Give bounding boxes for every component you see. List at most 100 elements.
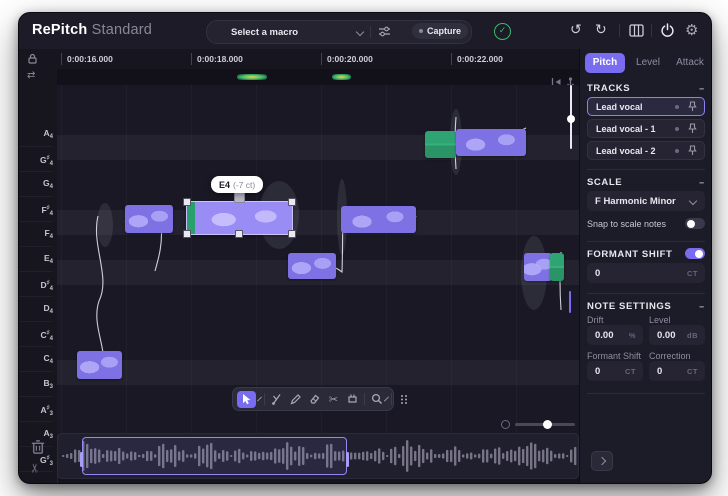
formant-toggle[interactable] xyxy=(685,248,705,259)
app-window: RePitch Standard Select a macro Capture … xyxy=(18,12,712,484)
note-block[interactable] xyxy=(341,206,416,233)
field-input[interactable]: 0CT xyxy=(587,361,643,381)
chevron-down-icon xyxy=(689,197,697,205)
timeline-tick: 0:00:18.000 xyxy=(191,49,321,69)
piano-roll-grid[interactable] xyxy=(57,85,579,435)
overview-viewport[interactable] xyxy=(82,437,347,475)
note-block[interactable] xyxy=(524,253,552,281)
field-unit: % xyxy=(629,331,636,340)
viewport-left-handle[interactable] xyxy=(80,452,83,467)
brand-light: Standard xyxy=(92,22,152,38)
scale-dropdown[interactable]: F Harmonic Minor xyxy=(587,191,705,211)
field-input[interactable]: 0.00dB xyxy=(649,325,705,345)
scissors-tool-button[interactable]: ✂ xyxy=(326,392,341,407)
zoom-slider[interactable] xyxy=(497,417,579,431)
power-button[interactable] xyxy=(660,23,675,38)
zoom-slider-knob[interactable] xyxy=(543,420,552,429)
macro-select[interactable]: Select a macro xyxy=(231,27,298,38)
track-item[interactable]: Lead vocal - 2 xyxy=(587,141,705,160)
redo-button[interactable]: ↻ xyxy=(595,21,607,39)
viewport-right-handle[interactable] xyxy=(346,452,349,467)
capture-button[interactable]: Capture xyxy=(412,23,468,39)
pitch-label: A4 xyxy=(19,121,53,147)
status-check-icon: ✓ xyxy=(494,23,511,40)
chevron-down-icon[interactable] xyxy=(356,28,364,36)
note-block[interactable] xyxy=(550,253,564,281)
scrollbar-knob[interactable] xyxy=(567,115,575,123)
undo-button[interactable]: ↺ xyxy=(570,21,582,39)
tool-palette: ✂ xyxy=(232,387,394,411)
waveform-overview[interactable] xyxy=(57,433,579,479)
pitch-tool-button[interactable] xyxy=(269,392,284,407)
palette-drag-handle[interactable] xyxy=(396,392,411,407)
note-block[interactable] xyxy=(125,205,173,233)
panel-layout-button[interactable] xyxy=(629,24,644,37)
divider xyxy=(587,393,705,394)
zoom-tool-chevron-icon[interactable] xyxy=(384,397,389,402)
pitch-label: B3 xyxy=(19,371,53,397)
note-pitch-handle[interactable] xyxy=(234,192,245,203)
note-settings-header: NOTE SETTINGS – xyxy=(587,301,705,312)
toggle-knob xyxy=(687,220,695,228)
field-input[interactable]: 0.00% xyxy=(587,325,643,345)
select-tool-button[interactable] xyxy=(237,391,256,408)
track-dot-icon[interactable] xyxy=(675,105,679,109)
scale-value: F Harmonic Minor xyxy=(595,196,690,207)
tick-label: 0:00:22.000 xyxy=(457,54,503,64)
tab-level[interactable]: Level xyxy=(630,53,666,73)
formant-shift-input[interactable]: 0 CT xyxy=(587,263,705,283)
tab-pitch[interactable]: Pitch xyxy=(585,53,625,73)
loop-icon[interactable]: ⇄ xyxy=(27,70,35,81)
chevron-right-icon xyxy=(598,457,606,465)
loop-bar[interactable] xyxy=(57,69,579,86)
expand-panel-button[interactable] xyxy=(591,451,613,471)
collapse-icon[interactable]: – xyxy=(699,300,705,313)
cut-icon[interactable]: ✂ xyxy=(30,459,46,477)
header-bar: RePitch Standard Select a macro Capture … xyxy=(19,13,711,50)
pin-icon[interactable] xyxy=(688,101,697,112)
snap-toggle[interactable] xyxy=(685,218,705,229)
selection-handle[interactable] xyxy=(183,230,191,238)
selection-handle[interactable] xyxy=(183,198,191,206)
page-background: RePitch Standard Select a macro Capture … xyxy=(0,0,728,496)
track-item[interactable]: Lead vocal - 1 xyxy=(587,119,705,138)
zoom-out-icon[interactable] xyxy=(501,420,510,429)
divider xyxy=(619,24,620,37)
tab-attack[interactable]: Attack xyxy=(670,53,710,73)
timeline-ruler[interactable]: 0:00:16.0000:00:18.0000:00:20.0000:00:22… xyxy=(57,49,579,70)
collapse-icon[interactable]: – xyxy=(699,82,705,95)
pencil-tool-button[interactable] xyxy=(288,392,303,407)
pin-icon[interactable] xyxy=(688,123,697,134)
trash-icon[interactable] xyxy=(29,439,47,455)
note-block[interactable] xyxy=(288,253,336,279)
field-unit: dB xyxy=(687,331,698,340)
loop-marker[interactable] xyxy=(332,74,351,80)
selection-handle[interactable] xyxy=(288,198,296,206)
collapse-icon[interactable]: – xyxy=(699,176,705,189)
gear-icon[interactable]: ⚙ xyxy=(685,21,698,39)
track-dot-icon[interactable] xyxy=(675,149,679,153)
left-rail: ⇄ A4G♯4G4F♯4F4E4D♯4D4C♯4C4B3A♯3A3G♯3 ✂ xyxy=(19,49,58,483)
note-block[interactable] xyxy=(77,351,122,379)
brand-bold: RePitch xyxy=(32,22,87,38)
divider xyxy=(587,169,705,170)
field-value: 0 xyxy=(657,366,687,377)
select-tool-chevron-icon[interactable] xyxy=(257,397,262,402)
loop-marker[interactable] xyxy=(237,74,267,80)
selection-handle[interactable] xyxy=(235,230,243,238)
selection-handle[interactable] xyxy=(288,230,296,238)
field-input[interactable]: 0CT xyxy=(649,361,705,381)
glue-tool-button[interactable] xyxy=(345,392,360,407)
scale-title: SCALE xyxy=(587,177,622,188)
macro-settings-icon[interactable] xyxy=(378,26,391,37)
divider xyxy=(651,24,652,37)
lock-icon[interactable] xyxy=(27,53,38,64)
note-block[interactable] xyxy=(456,129,526,156)
field-label: Level xyxy=(649,315,671,325)
pin-icon[interactable] xyxy=(688,145,697,156)
track-dot-icon[interactable] xyxy=(675,127,679,131)
note-block[interactable] xyxy=(425,131,456,158)
track-item[interactable]: Lead vocal xyxy=(587,97,705,116)
zoom-tool-button[interactable] xyxy=(369,392,384,407)
eraser-tool-button[interactable] xyxy=(307,392,322,407)
